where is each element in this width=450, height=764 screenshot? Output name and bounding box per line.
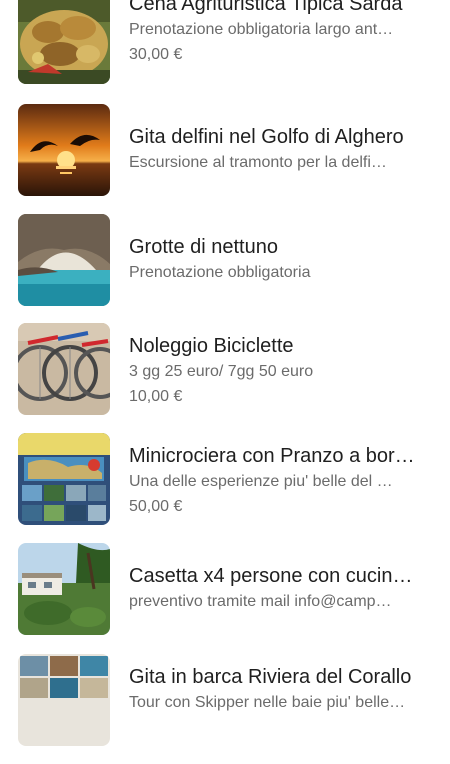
list-item[interactable]: Gita delfini nel Golfo di Alghero Escurs… [0,104,450,214]
boat-trip-collage-image [18,654,110,746]
item-text: Gita in barca Riviera del Corallo Tour c… [129,654,432,714]
item-text: Grotte di nettuno Prenotazione obbligato… [129,214,432,284]
list-item[interactable]: Grotte di nettuno Prenotazione obbligato… [0,214,450,324]
item-text: Noleggio Biciclette 3 gg 25 euro/ 7gg 50… [129,323,432,408]
item-description: Prenotazione obbligatoria largo ant… [129,21,394,38]
item-title: Gita delfini nel Golfo di Alghero [129,126,404,148]
campsite-house-image [18,543,110,635]
item-title: Casetta x4 persone con cucin… [129,565,413,587]
item-title: Grotte di nettuno [129,236,278,258]
item-text: Casetta x4 persone con cucin… preventivo… [129,543,432,613]
list-item[interactable]: Cena Agrituristica Tipica Sarda Prenotaz… [0,0,450,102]
item-price: 50,00 € [129,498,183,515]
sunset-dolphins-image [18,104,110,196]
food-plate-image [18,0,110,84]
list-item[interactable]: Noleggio Biciclette 3 gg 25 euro/ 7gg 50… [0,323,450,433]
item-text: Gita delfini nel Golfo di Alghero Escurs… [129,104,432,174]
item-description: Escursione al tramonto per la delfi… [129,154,387,171]
item-description: Una delle esperienze piu' belle del … [129,473,393,490]
cruise-flyer-image [18,433,110,525]
item-price: 30,00 € [129,46,183,63]
item-text: Cena Agrituristica Tipica Sarda Prenotaz… [129,0,432,66]
list-item[interactable]: Casetta x4 persone con cucin… preventivo… [0,543,450,653]
list-item[interactable]: Gita in barca Riviera del Corallo Tour c… [0,654,450,764]
item-text: Minicrociera con Pranzo a bor… Una delle… [129,433,432,518]
item-description: preventivo tramite mail info@camp… [129,593,392,610]
list-item[interactable]: Minicrociera con Pranzo a bor… Una delle… [0,433,450,543]
item-title: Gita in barca Riviera del Corallo [129,666,412,688]
item-description: Tour con Skipper nelle baie piu' belle… [129,694,406,711]
item-title: Cena Agrituristica Tipica Sarda [129,0,403,15]
item-description: Prenotazione obbligatoria [129,264,311,281]
sea-cave-image [18,214,110,306]
item-price: 10,00 € [129,388,183,405]
item-title: Minicrociera con Pranzo a bor… [129,445,415,467]
item-description: 3 gg 25 euro/ 7gg 50 euro [129,363,314,380]
item-title: Noleggio Biciclette [129,335,294,357]
bicycles-image [18,323,110,415]
